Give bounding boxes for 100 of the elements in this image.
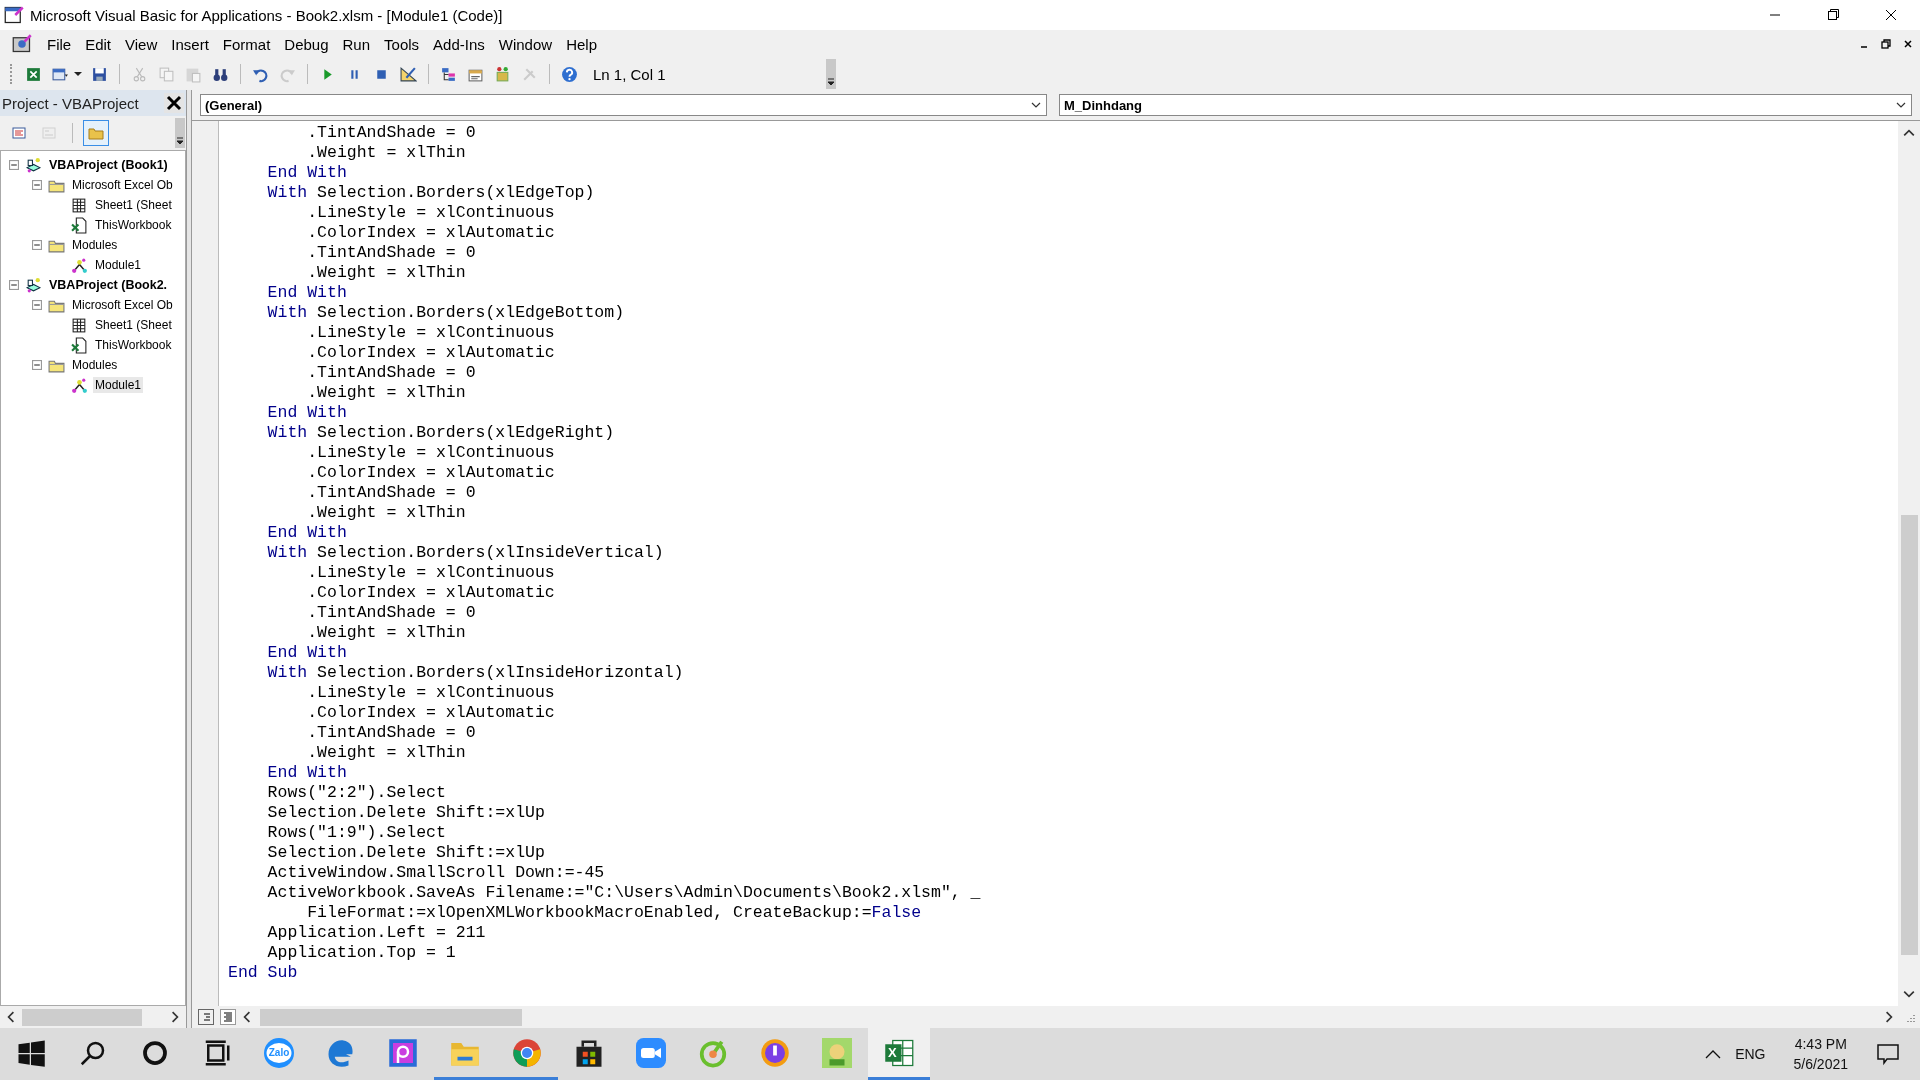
chevron-left-icon[interactable] — [5, 1011, 17, 1023]
code-line: With Selection.Borders(xlEdgeBottom) — [266, 303, 626, 323]
code-line: .ColorIndex = xlAutomatic — [306, 583, 556, 603]
code-line: Rows("1:9").Select — [266, 823, 447, 843]
vba-editor-icon[interactable] — [12, 34, 32, 54]
code-line: End With — [266, 523, 348, 543]
clock-date[interactable]: 5/6/2021 — [1793, 1056, 1848, 1072]
clock-time[interactable]: 4:43 PM — [1794, 1036, 1847, 1052]
code-line: .LineStyle = xlContinuous — [306, 203, 556, 223]
code-line: .ColorIndex = xlAutomatic — [306, 463, 556, 483]
scrollbar-thumb[interactable] — [1900, 515, 1918, 955]
scrollbar-thumb[interactable] — [260, 1008, 522, 1026]
tree-item[interactable]: VBAProject (Book2. — [47, 277, 170, 293]
collapse-box-icon[interactable] — [32, 180, 42, 190]
spreadsheet-icon[interactable] — [25, 65, 42, 83]
video-camera-icon — [636, 1037, 666, 1068]
code-line: End Sub — [228, 963, 299, 983]
tree-item[interactable]: Microsoft Excel Ob — [70, 177, 175, 193]
browser-circle-icon — [512, 1037, 542, 1068]
menu-item[interactable]: Edit — [78, 35, 119, 53]
code-line: ActiveWindow.SmallScroll Down:=-45 — [266, 863, 606, 883]
code-line: Selection.Delete Shift:=xlUp — [266, 843, 546, 863]
menu-item[interactable]: Add-Ins — [426, 35, 492, 53]
code-line: Selection.Delete Shift:=xlUp — [266, 803, 546, 823]
save-icon[interactable] — [91, 65, 108, 83]
form-view-icon — [41, 125, 57, 141]
sheet-icon — [71, 196, 88, 214]
menu-item[interactable]: Debug — [277, 35, 336, 53]
menu-item[interactable]: File — [40, 35, 79, 53]
collapse-box-icon[interactable] — [32, 240, 42, 250]
full-module-view-icon[interactable] — [220, 1009, 236, 1025]
code-line: .TintAndShade = 0 — [306, 363, 477, 383]
object-dropdown[interactable]: (General) — [200, 94, 1047, 116]
code-line: .LineStyle = xlContinuous — [306, 683, 556, 703]
view-toggle-button[interactable] — [83, 120, 109, 146]
tree-item[interactable]: ThisWorkbook — [93, 337, 174, 353]
code-line: .LineStyle = xlContinuous — [306, 323, 556, 343]
notification-icon[interactable] — [1876, 1042, 1900, 1066]
chevron-down-icon — [1031, 100, 1041, 110]
code-line: ActiveWorkbook.SaveAs Filename:="C:\Users\Admin\Documents\Book2.xlsm", _ — [266, 883, 982, 903]
menu-item[interactable]: Window — [491, 35, 560, 53]
menu-item[interactable]: Tools — [377, 35, 427, 53]
menu-item[interactable]: Insert — [164, 35, 216, 53]
code-line: With Selection.Borders(xlInsideHorizontal) — [266, 663, 685, 683]
procedure-view-icon[interactable] — [198, 1009, 214, 1025]
code-line: End With — [266, 763, 348, 783]
input-language[interactable]: ENG — [1735, 1046, 1766, 1062]
procedure-dropdown[interactable]: M_Dinhdang — [1059, 94, 1912, 116]
project-icon — [25, 156, 42, 174]
tree-item[interactable]: Sheet1 (Sheet — [93, 197, 174, 213]
scrollbar-thumb[interactable] — [22, 1008, 142, 1026]
tree-item[interactable]: Modules — [70, 357, 120, 373]
taskbar-button[interactable]: X — [868, 1028, 930, 1080]
panel-title: Project - VBAProject — [1, 94, 139, 112]
ruler-pencil-icon[interactable] — [400, 65, 417, 83]
code-line: End With — [266, 283, 348, 303]
code-line: .Weight = xlThin — [306, 503, 467, 523]
code-line: End With — [266, 163, 348, 183]
code-line: .TintAndShade = 0 — [306, 123, 477, 143]
collapse-box-icon[interactable] — [9, 280, 19, 290]
chevron-left-icon[interactable] — [241, 1011, 253, 1023]
toolbar-options-icon[interactable] — [825, 59, 837, 89]
tree-item[interactable]: Microsoft Excel Ob — [70, 297, 175, 313]
close-icon[interactable] — [164, 93, 184, 113]
chevron-right-icon[interactable] — [1883, 1011, 1895, 1023]
photo-editor-icon — [388, 1037, 418, 1068]
dropdown-arrow-icon[interactable] — [74, 70, 82, 78]
tree-item[interactable]: Sheet1 (Sheet — [93, 317, 174, 333]
chevron-up-icon[interactable] — [1903, 127, 1915, 139]
close-icon[interactable] — [1902, 38, 1914, 50]
menu-item[interactable]: Run — [335, 35, 378, 53]
chevron-right-icon[interactable] — [169, 1011, 181, 1023]
tree-item[interactable]: Modules — [70, 237, 120, 253]
menu-item[interactable]: View — [118, 35, 165, 53]
help-icon[interactable] — [561, 65, 578, 83]
code-line: .TintAndShade = 0 — [306, 723, 477, 743]
menu-item[interactable]: Help — [559, 35, 604, 53]
tree-item[interactable]: Module1 — [93, 377, 144, 393]
code-line: With Selection.Borders(xlEdgeRight) — [266, 423, 616, 443]
box-icon[interactable] — [494, 65, 511, 83]
collapse-box-icon[interactable] — [9, 160, 19, 170]
chevron-down-icon[interactable] — [1903, 988, 1915, 1000]
code-line: Rows("2:2").Select — [266, 783, 447, 803]
code-line: .ColorIndex = xlAutomatic — [306, 223, 556, 243]
chevron-up-icon[interactable] — [1705, 1049, 1722, 1059]
shield-icon — [760, 1037, 790, 1068]
tree-item[interactable]: Module1 — [93, 257, 144, 273]
menu-item[interactable]: Format — [215, 35, 278, 53]
chat-bubble-icon — [264, 1037, 294, 1068]
code-line: .Weight = xlThin — [306, 263, 467, 283]
collapse-box-icon[interactable] — [32, 360, 42, 370]
dropdown-value: (General) — [204, 97, 263, 113]
code-editor[interactable] — [219, 121, 1898, 1006]
code-line: End With — [266, 403, 348, 423]
tree-item[interactable]: VBAProject (Book1) — [47, 157, 170, 173]
scroll-down-icon[interactable] — [174, 118, 186, 148]
restore-icon[interactable] — [1880, 38, 1892, 50]
collapse-box-icon[interactable] — [32, 300, 42, 310]
tree-item[interactable]: ThisWorkbook — [93, 217, 174, 233]
tree-icon[interactable] — [440, 65, 457, 83]
